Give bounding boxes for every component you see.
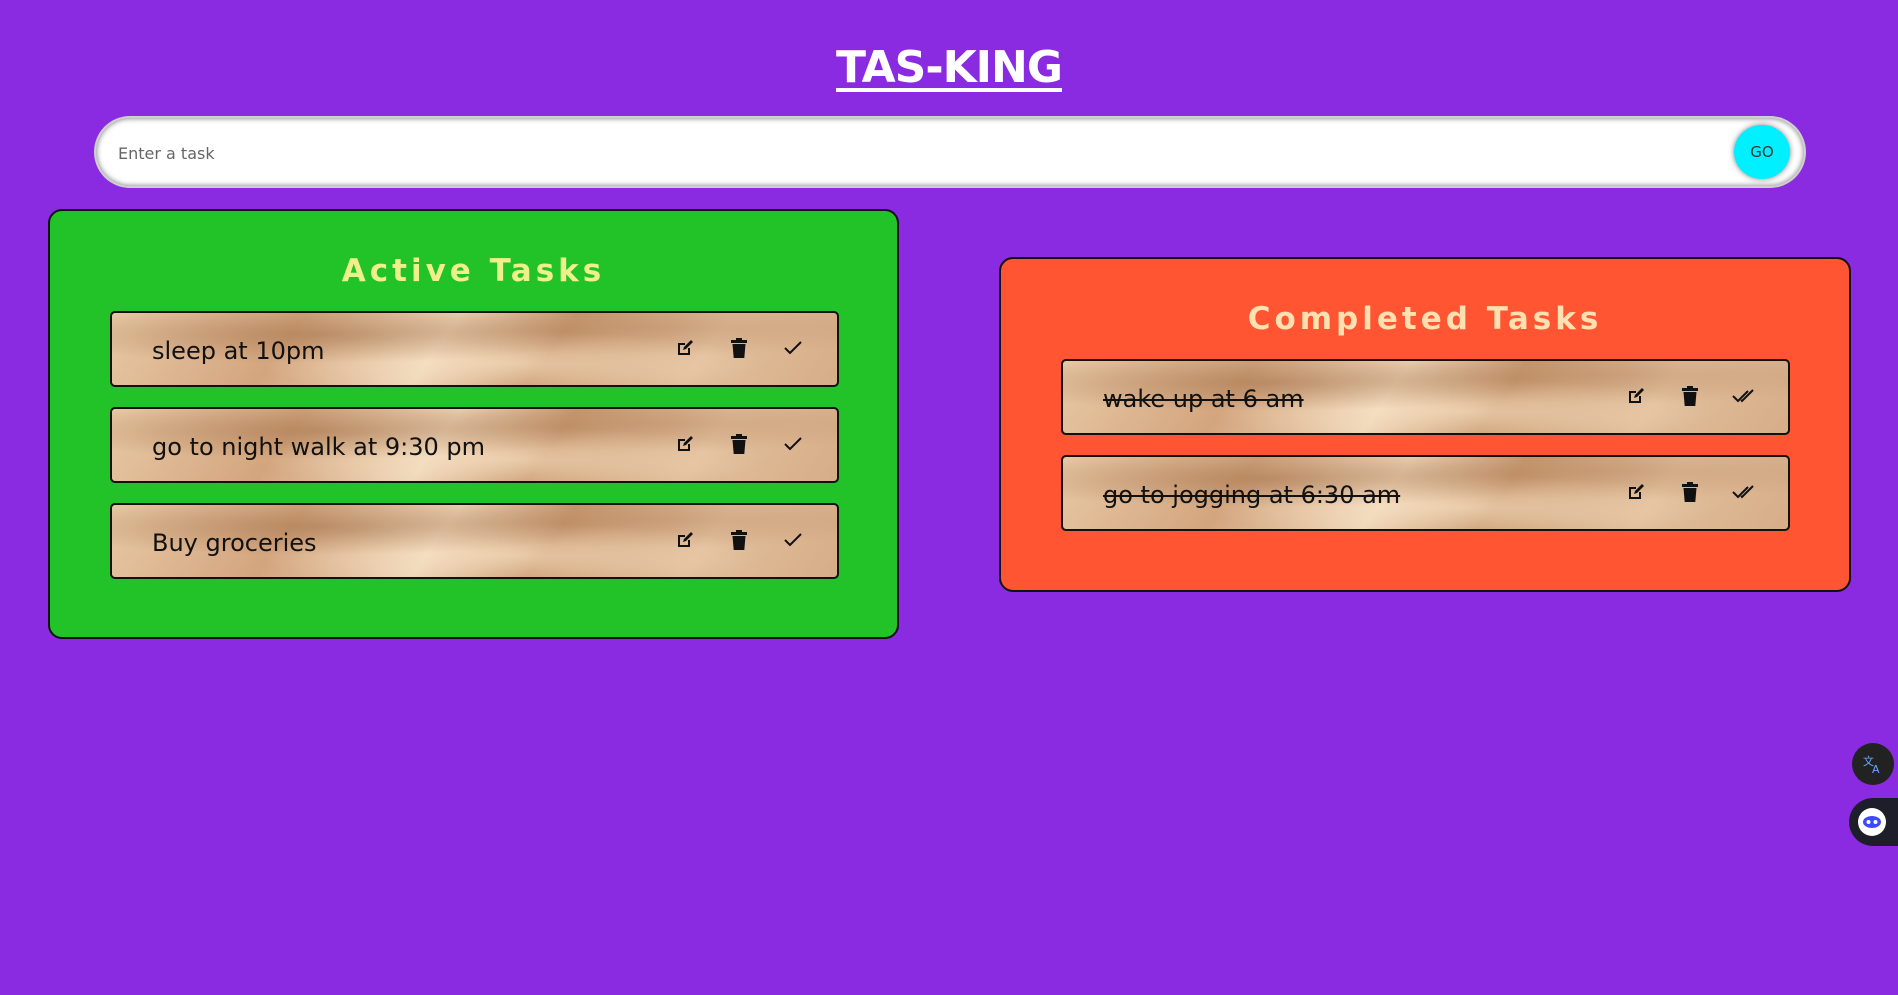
trash-icon[interactable] — [1673, 379, 1707, 413]
completed-task-item: go to jogging at 6:30 am — [1061, 455, 1790, 531]
check-icon[interactable] — [776, 427, 810, 461]
active-tasks-panel: Active Tasks sleep at 10pm go to night w… — [48, 209, 899, 639]
trash-icon[interactable] — [722, 523, 756, 557]
completed-tasks-title: Completed Tasks — [1247, 301, 1603, 337]
completed-task-item: wake up at 6 am — [1061, 359, 1790, 435]
double-check-icon[interactable] — [1727, 379, 1761, 413]
assistant-icon — [1858, 808, 1886, 836]
task-text: sleep at 10pm — [152, 337, 325, 365]
translate-icon[interactable]: 文A — [1852, 743, 1894, 785]
go-button[interactable]: GO — [1734, 125, 1790, 179]
task-text: go to jogging at 6:30 am — [1103, 481, 1401, 509]
active-task-item: Buy groceries — [110, 503, 839, 579]
task-input-bar: GO — [96, 118, 1804, 188]
trash-icon[interactable] — [722, 331, 756, 365]
edit-icon[interactable] — [1619, 475, 1653, 509]
edit-icon[interactable] — [668, 523, 702, 557]
task-text: wake up at 6 am — [1103, 385, 1304, 413]
completed-tasks-panel: Completed Tasks wake up at 6 am go to jo… — [999, 257, 1851, 592]
active-task-item: sleep at 10pm — [110, 311, 839, 387]
task-text: go to night walk at 9:30 pm — [152, 433, 486, 461]
edit-icon[interactable] — [1619, 379, 1653, 413]
assistant-tab[interactable] — [1849, 798, 1898, 846]
trash-icon[interactable] — [722, 427, 756, 461]
app-title: TAS-KING — [835, 42, 1063, 93]
edit-icon[interactable] — [668, 331, 702, 365]
svg-text:A: A — [1872, 763, 1880, 775]
active-tasks-title: Active Tasks — [341, 253, 606, 289]
trash-icon[interactable] — [1673, 475, 1707, 509]
edit-icon[interactable] — [668, 427, 702, 461]
active-task-item: go to night walk at 9:30 pm — [110, 407, 839, 483]
double-check-icon[interactable] — [1727, 475, 1761, 509]
task-text: Buy groceries — [152, 529, 317, 557]
check-icon[interactable] — [776, 331, 810, 365]
task-input[interactable] — [116, 118, 1700, 188]
check-icon[interactable] — [776, 523, 810, 557]
